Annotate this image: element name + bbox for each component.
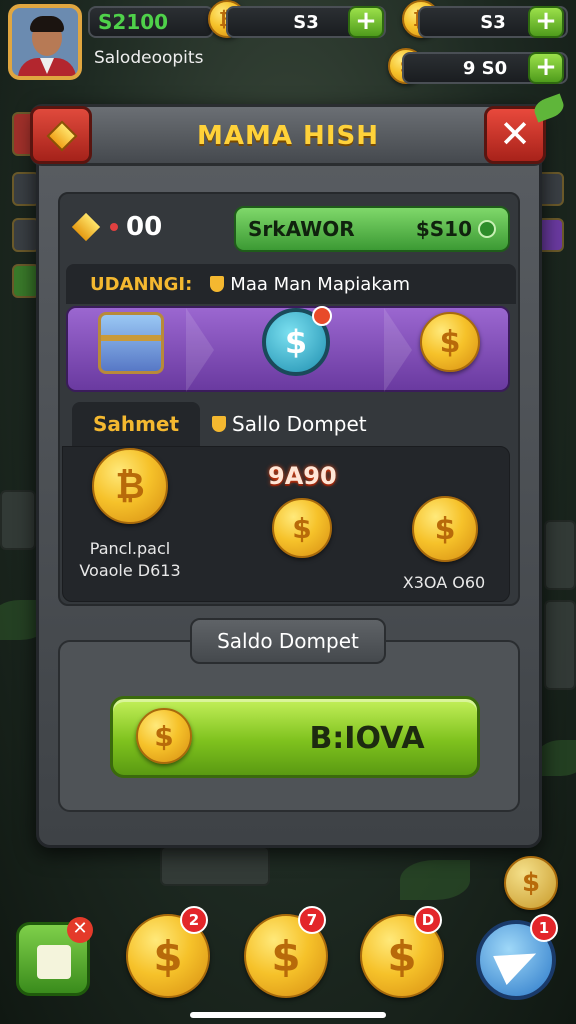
add-currency-3-button[interactable]: + [528,52,564,84]
chest-band [101,335,161,341]
coin-icon[interactable]: $ [504,856,558,910]
coin-right-label: X3OA O60 [402,573,486,592]
notification-badge: D [414,906,442,934]
close-icon: ✕ [499,112,531,156]
background-stone [544,520,576,590]
plus-icon: + [355,6,377,36]
cash-counter: S2100 [88,6,214,38]
dollar-badge-glyph: $ [284,323,308,361]
house-icon [37,945,71,979]
tab-sallo-dompet-label: Sallo Dompet [232,412,367,436]
avatar-hair [30,16,64,32]
coin-icon-glyph: $ [434,511,456,547]
tab-strip: UDANNGI: Maa Man Mapiakam [66,264,516,304]
gem-menu-button[interactable] [30,106,92,164]
tab-udanngi[interactable]: UDANNGI: [90,274,192,295]
withdraw-button-label: B:IOVA [309,721,425,756]
add-currency-1-button[interactable]: + [348,6,384,38]
notification-badge: 7 [298,906,326,934]
bitcoin-icon-glyph: ₿ [115,466,145,507]
wallet-label: Saldo Dompet [190,618,386,664]
coin-left-label: Pancl.pacl Voaole D613 [74,538,186,582]
coin-icon[interactable]: $ [412,496,478,562]
background-stone [544,600,576,690]
balance-pill[interactable]: SrkAWOR $S10 [234,206,510,252]
diamond-icon [46,120,78,152]
tab-maa-man[interactable]: Maa Man Mapiakam [210,274,410,295]
gem-counter: 00 [71,212,163,242]
background-stone [0,490,36,550]
background-stone [160,846,270,886]
modal-title: MAMA HISH [197,121,379,151]
balance-pill-label: SrkAWOR [248,217,355,241]
notification-badge: 2 [180,906,208,934]
coin-icon-glyph: $ [153,931,183,981]
close-badge-icon: ✕ [67,917,93,943]
coin-icon-glyph: $ [521,868,541,898]
currency-bar-2-value: S3 [480,11,506,33]
paper-plane-icon [493,939,543,985]
coin-left-label-line-2: Voaole D613 [79,561,181,580]
chevron-right-icon [186,308,214,392]
player-name: Salodeoopits [94,48,204,68]
tab-sahmet[interactable]: Sahmet [72,402,200,446]
tab-sallo-dompet[interactable]: Sallo Dompet [212,412,367,436]
coin-left-label-line-1: Pancl.pacl [89,539,171,558]
coin-icon-glyph: $ [292,511,312,545]
plus-icon: + [535,6,557,36]
chevron-right-icon [384,308,412,392]
coin-icon-glyph: $ [439,324,461,360]
home-button[interactable]: ✕ [16,917,93,996]
coin-icon[interactable]: $ [420,312,480,372]
coin-icon[interactable]: $ [272,498,332,558]
treasure-chest-icon[interactable] [98,312,164,374]
background-leaf [400,860,470,900]
notification-badge: 1 [530,914,558,942]
sub-tab-strip: Sahmet Sallo Dompet [72,402,512,446]
add-currency-2-button[interactable]: + [528,6,564,38]
home-indicator[interactable] [190,1012,386,1018]
status-dot-icon [478,220,496,238]
leaf-icon [531,93,567,123]
bitcoin-icon[interactable]: ₿ [92,448,168,524]
cash-value: S2100 [98,10,169,34]
alert-pin-icon [312,306,332,326]
shield-icon [210,276,225,292]
coin-icon: $ [136,708,192,764]
modal-title-bar: MAMA HISH [30,104,546,166]
coin-icon-glyph: $ [271,931,301,981]
player-avatar[interactable] [8,4,82,80]
dollar-badge-icon[interactable]: $ [262,306,332,376]
currency-bar-3-value: 9 S0 [462,57,508,79]
background-leaf [536,740,576,776]
coin-icon-glyph: $ [154,719,174,753]
shield-icon [212,416,226,432]
coin-icon-glyph: $ [387,931,417,981]
balance-pill-value: $S10 [415,217,472,241]
tab-maa-man-label: Maa Man Mapiakam [230,273,410,295]
red-dot-icon [110,223,118,231]
gem-value: 00 [126,212,163,242]
gem-icon [71,212,101,242]
plus-icon: + [535,52,557,82]
coin-mid-value: 9A90 [268,462,337,490]
currency-bar-1-value: S3 [293,11,319,33]
